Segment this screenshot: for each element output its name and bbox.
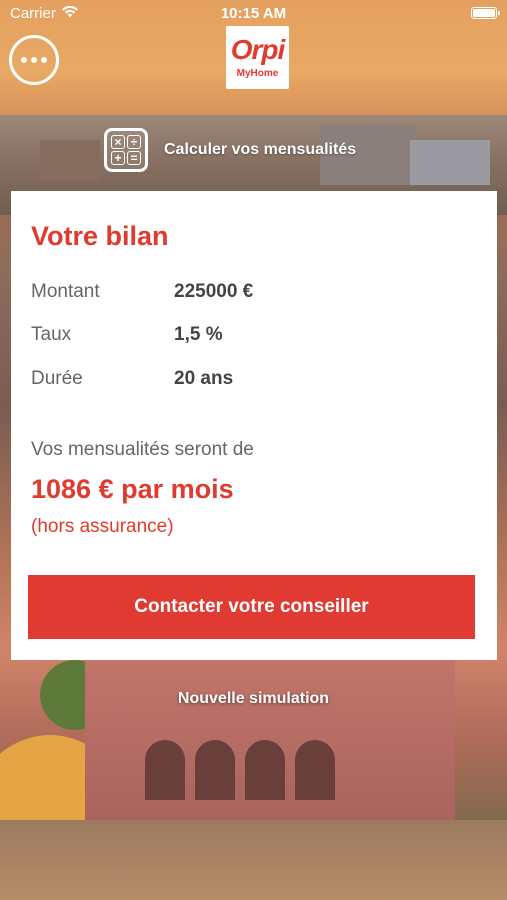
row-label: Durée	[31, 368, 83, 389]
row-label: Taux	[31, 324, 72, 345]
new-simulation-link[interactable]: Nouvelle simulation	[0, 690, 507, 708]
status-time: 10:15 AM	[220, 4, 287, 22]
calc-symbol: +	[111, 151, 125, 165]
calculator-header: × ÷ + = Calculer vos mensualités	[104, 128, 356, 172]
battery-fill	[473, 9, 495, 17]
more-dots-icon	[21, 57, 27, 63]
row-value: 1,5 %	[174, 324, 223, 345]
summary-row-duration: Durée 20 ans	[31, 368, 233, 390]
logo-main-text: Orpi	[230, 34, 286, 65]
background-building	[410, 140, 490, 185]
summary-card: Votre bilan Montant 225000 € Taux 1,5 % …	[11, 191, 497, 660]
background-road	[0, 820, 507, 900]
monthly-intro: Vos mensualités seront de	[31, 439, 254, 460]
more-dots-icon	[31, 57, 37, 63]
calc-symbol: ÷	[127, 135, 141, 149]
background-arch	[245, 740, 285, 800]
row-value: 225000 €	[174, 281, 254, 302]
orpi-logo: Orpi MyHome	[226, 26, 289, 89]
calculator-icon: × ÷ + =	[104, 128, 148, 172]
logo-sub-text: MyHome	[236, 68, 279, 79]
more-dots-icon	[41, 57, 47, 63]
background-building	[40, 140, 100, 180]
battery-icon	[471, 7, 500, 19]
calc-symbol: =	[127, 151, 141, 165]
row-label: Montant	[31, 281, 100, 302]
calculator-title: Calculer vos mensualités	[164, 141, 357, 158]
background-arch	[295, 740, 335, 800]
summary-row-rate: Taux 1,5 %	[31, 324, 223, 346]
row-value: 20 ans	[174, 368, 234, 389]
status-bar: Carrier 10:15 AM	[0, 0, 507, 26]
background-cathedral	[85, 650, 455, 830]
calc-symbol: ×	[111, 135, 125, 149]
background-arch	[145, 740, 185, 800]
monthly-amount: 1086 € par mois	[31, 474, 234, 504]
more-options-button[interactable]	[9, 35, 59, 85]
summary-title: Votre bilan	[31, 221, 169, 251]
insurance-note: (hors assurance)	[31, 516, 174, 537]
contact-advisor-button[interactable]: Contacter votre conseiller	[28, 575, 475, 639]
background-arch	[195, 740, 235, 800]
summary-row-amount: Montant 225000 €	[31, 281, 253, 303]
